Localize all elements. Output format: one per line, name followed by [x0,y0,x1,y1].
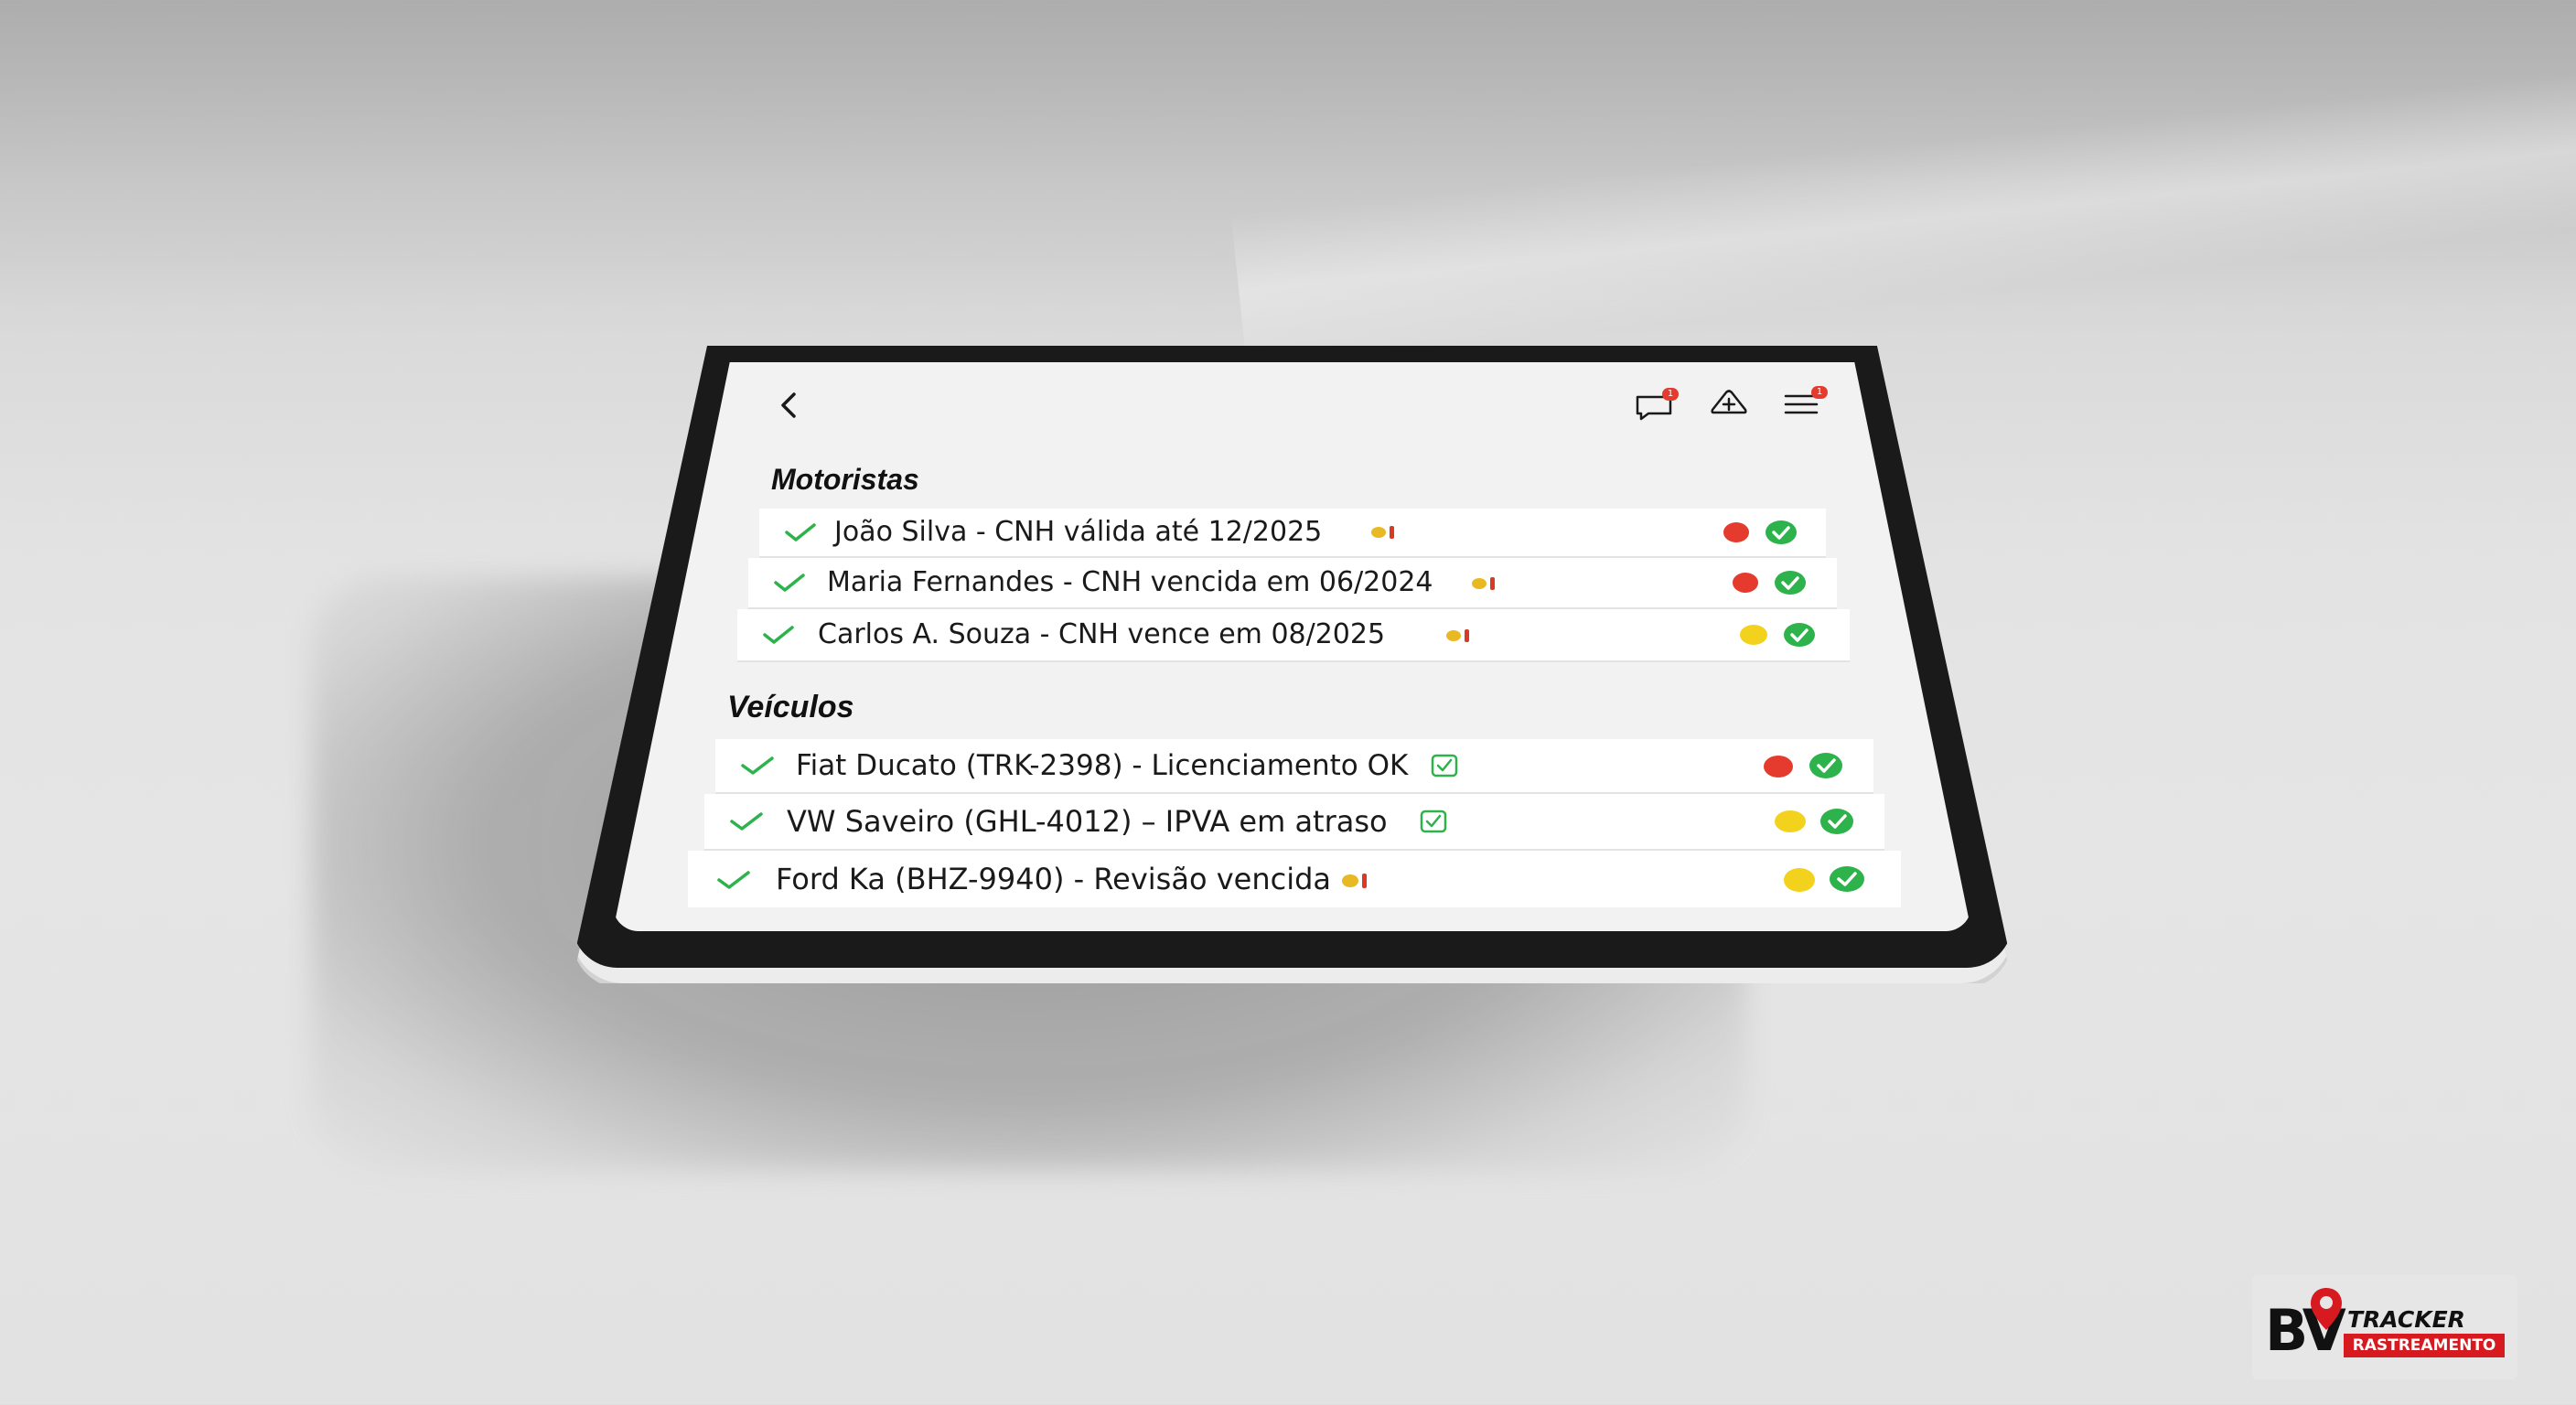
checkbox-icon [1431,754,1458,778]
check-icon [717,871,750,889]
status-ok-icon[interactable] [1784,623,1815,647]
status-dot-yellow [1775,810,1806,832]
chevron-left-icon[interactable] [778,391,800,419]
status-ok-icon[interactable] [1766,520,1797,544]
vehicle-status-text: Ford Ka (BHZ-9940) - Revisão vencida [776,862,1331,896]
list-item[interactable]: Fiat Ducato (TRK-2398) - Licenciamento O… [715,739,1873,794]
status-dot-yellow [1784,868,1815,892]
vehicle-status-text: VW Saveiro (GHL-4012) – IPVA em atraso [787,804,1388,839]
list-item[interactable]: Maria Fernandes - CNH vencida em 06/2024 [748,558,1837,609]
check-icon [763,626,794,644]
location-pin-icon [2311,1288,2342,1330]
warning-tag-icon [1472,577,1495,590]
list-item[interactable]: Ford Ka (BHZ-9940) - Revisão vencida [688,851,1901,907]
driver-license-text: João Silva - CNH válida até 12/2025 [834,516,1323,548]
driver-license-text: Maria Fernandes - CNH vencida em 06/2024 [827,566,1433,598]
vehicle-status-text: Fiat Ducato (TRK-2398) - Licenciamento O… [796,749,1409,782]
check-icon [730,812,763,831]
list-item[interactable]: Carlos A. Souza - CNH vence em 08/2025 [737,609,1850,662]
list-item[interactable]: VW Saveiro (GHL-4012) – IPVA em atraso [704,794,1884,851]
menu-button[interactable]: 1 [1782,386,1828,419]
logo-tracker-text: TRACKER [2347,1306,2465,1333]
logo-rastreamento-text: RASTREAMENTO [2344,1334,2505,1357]
message-button[interactable]: 1 [1633,388,1679,421]
app-screen: 1 1 Motoristas João Silva - CNH válida a… [0,0,2576,1405]
status-dot-red [1723,522,1749,542]
driver-license-text: Carlos A. Souza - CNH vence em 08/2025 [818,618,1386,650]
status-ok-icon[interactable] [1809,753,1842,778]
status-ok-icon[interactable] [1775,571,1806,595]
check-icon [774,574,805,592]
status-dot-yellow [1740,625,1767,645]
section-title-motoristas: Motoristas [771,463,919,496]
list-item[interactable]: João Silva - CNH válida até 12/2025 [759,509,1826,558]
status-ok-icon[interactable] [1830,866,1864,892]
checkbox-icon [1420,810,1447,833]
status-dot-red [1764,756,1793,778]
warning-tag-icon [1342,874,1367,888]
check-icon [741,756,774,775]
brand-logo: BV TRACKER RASTREAMENTO [2252,1275,2517,1379]
warning-tag-icon [1371,526,1394,539]
warning-tag-icon [1446,629,1469,642]
status-ok-icon[interactable] [1820,809,1853,834]
menu-badge: 1 [1811,386,1828,399]
section-title-veiculos: Veículos [727,690,854,724]
message-badge: 1 [1662,388,1679,401]
status-dot-red [1733,573,1758,593]
tablet-scene: 1 1 Motoristas João Silva - CNH válida a… [0,0,2576,1405]
check-icon [785,523,816,542]
alert-icon[interactable] [1710,389,1748,416]
